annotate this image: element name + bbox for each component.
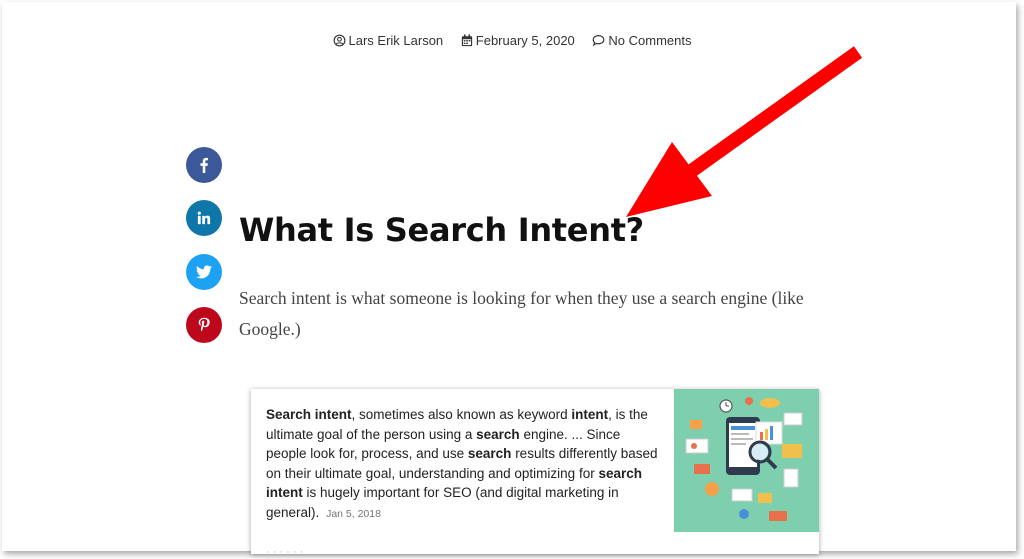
- snippet-keyword: search: [467, 446, 512, 461]
- share-twitter-button[interactable]: [186, 254, 222, 290]
- snippet-date: Jan 5, 2018: [326, 507, 381, 520]
- snippet-keyword: search: [476, 426, 520, 442]
- twitter-icon: [196, 265, 212, 279]
- user-circle-icon: [333, 34, 345, 47]
- snippet-body: Search intent, sometimes also known as k…: [266, 407, 658, 520]
- search-intent-illustration: [674, 389, 819, 532]
- post-date: February 5, 2020: [475, 33, 575, 48]
- pinterest-icon: [198, 317, 210, 332]
- share-facebook-button[interactable]: [186, 147, 222, 183]
- post-meta: Lars Erik Larson February 5, 2020 No Com…: [0, 33, 1024, 50]
- comments-meta[interactable]: No Comments: [592, 33, 692, 48]
- calendar-icon: [461, 34, 472, 47]
- snippet-text: Search intent, sometimes also known as k…: [266, 405, 658, 524]
- featured-snippet-card: Search intent, sometimes also known as k…: [251, 389, 819, 558]
- share-pinterest-button[interactable]: [186, 307, 222, 343]
- snippet-keyword: Search intent: [266, 407, 352, 422]
- snippet-illustration: [674, 389, 819, 532]
- snippet-footer-faded: · · · · · ·: [266, 546, 304, 558]
- linkedin-icon: [197, 211, 211, 225]
- snippet-keyword: intent: [571, 407, 609, 422]
- snippet-text-segment: is hugely important for SEO (and digital…: [266, 485, 619, 520]
- date-meta: February 5, 2020: [461, 33, 575, 48]
- facebook-icon: [200, 157, 208, 173]
- share-linkedin-button[interactable]: [186, 200, 222, 236]
- author-name: Lars Erik Larson: [348, 33, 444, 48]
- comment-icon: [593, 35, 605, 47]
- article-intro: Search intent is what someone is looking…: [239, 288, 804, 339]
- snippet-text-segment: , sometimes also known as keyword: [351, 407, 572, 422]
- article-title: What Is Search Intent?: [239, 211, 644, 249]
- author-meta[interactable]: Lars Erik Larson: [333, 33, 444, 48]
- comments-link: No Comments: [608, 33, 692, 48]
